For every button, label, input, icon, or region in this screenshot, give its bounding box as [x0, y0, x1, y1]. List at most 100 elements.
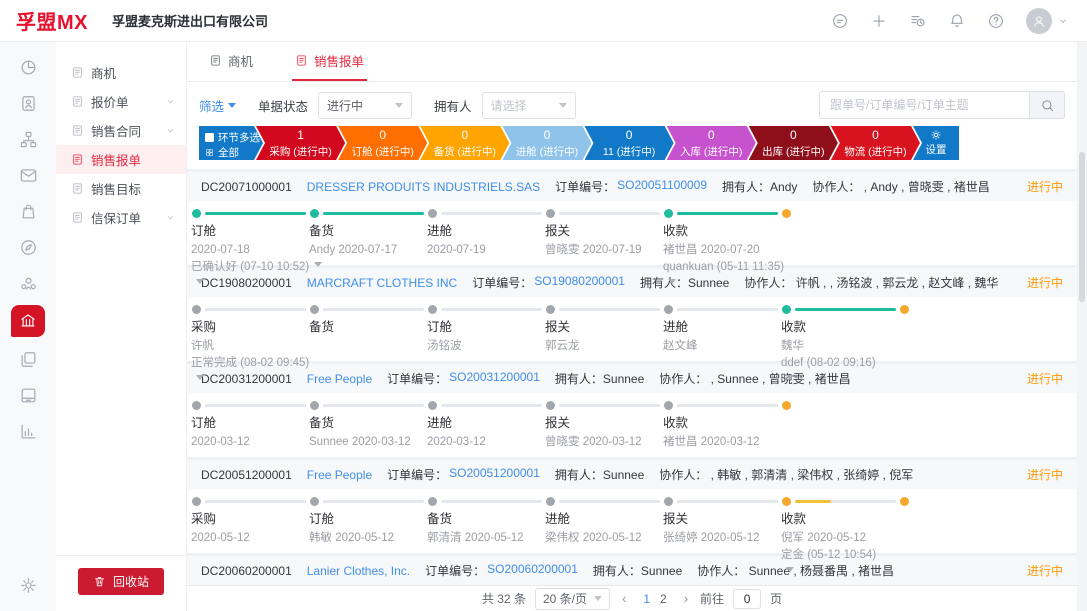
- sidebar-item-xinbaodingdan[interactable]: 信保订单: [56, 203, 186, 232]
- plus-button[interactable]: [870, 12, 888, 30]
- next-page-button[interactable]: ›: [681, 591, 691, 606]
- rail-item-team[interactable]: [12, 269, 44, 297]
- bell-icon: [948, 12, 966, 30]
- order-no-label: 订单编号：: [387, 466, 447, 483]
- stage-detail: 2020-07-19: [427, 242, 543, 259]
- timeline-connector: [323, 212, 424, 215]
- timeline-dot: [664, 305, 673, 314]
- pipeline-stage-5[interactable]: 0入库 (进行中): [667, 126, 756, 160]
- stage-3: 报关曾晓雯 2020-03-12: [545, 414, 661, 451]
- stage-0: 订舱2020-03-12: [191, 414, 307, 451]
- order-no-label: 订单编号：: [425, 562, 485, 579]
- order-no-link[interactable]: SO20051200001: [449, 466, 540, 483]
- sidebar-item-xiaoshoubaodan[interactable]: 销售报单: [56, 145, 186, 174]
- sidebar-item-baojiadan[interactable]: 报价单: [56, 87, 186, 116]
- rail-item-stats[interactable]: [12, 417, 44, 445]
- user-menu[interactable]: [1026, 8, 1069, 34]
- order-status: 进行中: [1027, 178, 1063, 195]
- rail-item-contacts[interactable]: [12, 89, 44, 117]
- owner-select[interactable]: 请选择: [482, 92, 576, 119]
- stage-detail: 褚世昌 2020-07-20: [663, 242, 779, 259]
- help-button[interactable]: [987, 12, 1005, 30]
- pagination-footer: 共 32 条 20 条/页 ‹ 12 › 前往 页: [187, 585, 1077, 611]
- rail-item-documents[interactable]: [12, 345, 44, 373]
- rail-item-mail[interactable]: [12, 161, 44, 189]
- message-button[interactable]: [831, 12, 849, 30]
- order-timeline: 采购2020-05-12订舱韩敏 2020-05-12备货郭清清 2020-05…: [187, 489, 1077, 553]
- avatar[interactable]: [1026, 8, 1052, 34]
- customer-link[interactable]: Free People: [307, 468, 372, 482]
- stage-name: 进舱: [663, 318, 779, 337]
- pipeline-stage-0[interactable]: 1采购 (进行中): [256, 126, 345, 160]
- filter-toggle[interactable]: 筛选: [199, 96, 236, 115]
- timeline-dot: [664, 401, 673, 410]
- stage-2: 进舱2020-03-12: [427, 414, 543, 451]
- sidebar-item-xiaoshouhetong[interactable]: 销售合同: [56, 116, 186, 145]
- pipeline-lead-block[interactable]: 环节多选 全部: [199, 126, 263, 160]
- timeline-dot: [546, 209, 555, 218]
- recycle-bin-button[interactable]: 回收站: [78, 568, 164, 595]
- rail-item-org[interactable]: [12, 125, 44, 153]
- compass-icon: [19, 238, 38, 257]
- stage-detail: Andy 2020-07-17: [309, 242, 425, 259]
- pipeline-stage-2[interactable]: 0备货 (进行中): [420, 126, 509, 160]
- order-no-link[interactable]: SO20060200001: [487, 562, 578, 579]
- expand-caret[interactable]: [786, 567, 794, 572]
- prev-page-button[interactable]: ‹: [619, 591, 629, 606]
- caret-down-icon: [228, 103, 236, 108]
- stage-detail: 正常完成 (08-02 09:45): [191, 355, 307, 372]
- bell-button[interactable]: [948, 12, 966, 30]
- stage-3: 报关曾晓雯 2020-07-19: [545, 222, 661, 259]
- page-size-select[interactable]: 20 条/页: [535, 588, 610, 610]
- order-no-link[interactable]: SO20051100009: [617, 178, 707, 195]
- pipeline-stage-7[interactable]: 0物流 (进行中): [831, 126, 920, 160]
- stage-detail: ddef (08-02 09:16): [781, 355, 897, 372]
- expand-caret[interactable]: [314, 262, 322, 267]
- rail-item-settings[interactable]: [12, 571, 44, 599]
- pipeline-stage-1[interactable]: 0订舱 (进行中): [338, 126, 427, 160]
- order-no-link[interactable]: SO19080200001: [534, 274, 625, 291]
- pipeline-stage-3[interactable]: 0进舱 (进行中): [502, 126, 591, 160]
- rail-item-compass[interactable]: [12, 233, 44, 261]
- customer-link[interactable]: DRESSER PRODUITS INDUSTRIELS.SAS: [307, 180, 540, 194]
- rail-item-trade[interactable]: [11, 305, 45, 337]
- stage-count: 0: [667, 128, 756, 142]
- stage-3: 进舱梁伟权 2020-05-12: [545, 510, 661, 547]
- sidebar-item-label: 报价单: [91, 92, 129, 111]
- timeline-dot: [310, 497, 319, 506]
- expand-caret[interactable]: [668, 279, 676, 284]
- sidebar-item-xiaoshoumubiao[interactable]: 销售目标: [56, 174, 186, 203]
- rail-item-book[interactable]: [12, 381, 44, 409]
- timeline-dot: [546, 401, 555, 410]
- schedule-button[interactable]: [909, 12, 927, 30]
- page-number-1[interactable]: 1: [638, 592, 655, 606]
- customer-link[interactable]: Free People: [307, 372, 372, 386]
- status-select[interactable]: 进行中: [318, 92, 412, 119]
- stage-name: 备货: [309, 414, 425, 433]
- customer-link[interactable]: MARCRAFT CLOTHES INC: [307, 276, 457, 290]
- goto-page-input[interactable]: [733, 589, 761, 609]
- rail-item-shopping-bag[interactable]: [12, 197, 44, 225]
- expand-caret[interactable]: [196, 375, 204, 380]
- stage-count: 0: [585, 128, 674, 142]
- page-number-2[interactable]: 2: [655, 592, 672, 606]
- customer-link[interactable]: Lanier Clothes, Inc.: [307, 564, 410, 578]
- search-input[interactable]: [819, 91, 1029, 119]
- order-no-link[interactable]: SO20031200001: [449, 370, 540, 387]
- pipeline-stage-4[interactable]: 011 (进行中): [585, 126, 674, 160]
- rail-item-dashboard[interactable]: [12, 53, 44, 81]
- stage-detail: 已确认好 (07-10 10:52): [191, 259, 307, 276]
- timeline-end-dot: [782, 209, 791, 218]
- search-button[interactable]: [1029, 91, 1065, 119]
- multi-select-checkbox[interactable]: [205, 133, 214, 142]
- expand-caret[interactable]: [786, 375, 794, 380]
- order-status: 进行中: [1027, 370, 1063, 387]
- stage-label: 备货 (进行中): [420, 144, 509, 159]
- order-list: DC20071000001DRESSER PRODUITS INDUSTRIEL…: [187, 169, 1077, 585]
- expand-caret[interactable]: [196, 279, 204, 284]
- scrollbar-thumb[interactable]: [1079, 152, 1085, 302]
- tab-shangji[interactable]: 商机: [206, 51, 256, 81]
- tab-xiaoshoubaodan[interactable]: 销售报单: [292, 51, 367, 81]
- sidebar-item-shangji[interactable]: 商机: [56, 58, 186, 87]
- pipeline-stage-6[interactable]: 0出库 (进行中): [749, 126, 838, 160]
